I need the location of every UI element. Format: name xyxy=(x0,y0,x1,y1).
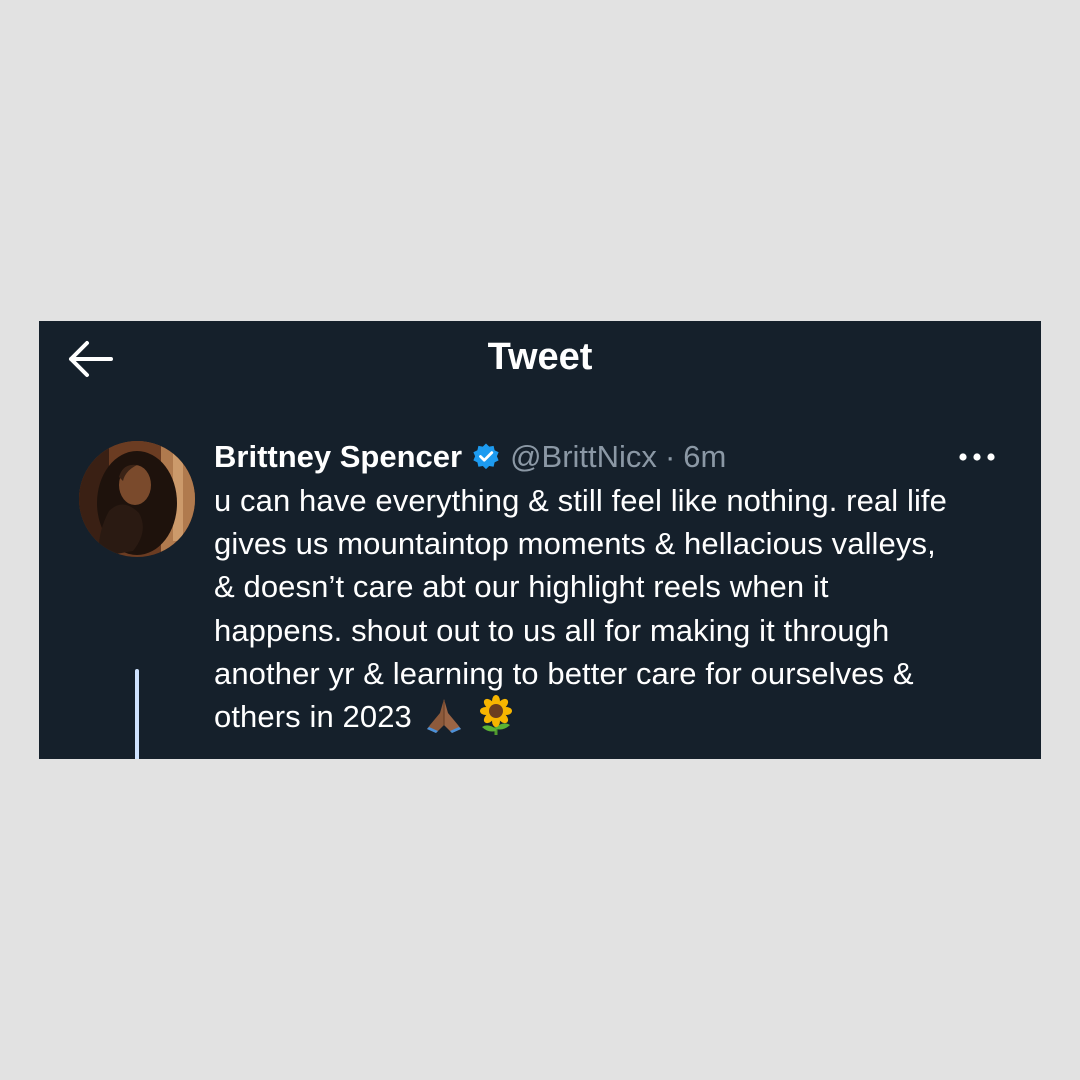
sunflower-icon xyxy=(476,695,516,736)
tweet-text: u can have everything & still feel like … xyxy=(214,479,1014,738)
tweet[interactable]: Brittney Spencer @BrittNicx · 6m u can h… xyxy=(39,421,1041,759)
author-display-name[interactable]: Brittney Spencer xyxy=(214,435,462,479)
avatar-photo xyxy=(79,441,195,557)
more-horizontal-icon xyxy=(959,453,995,461)
avatar[interactable] xyxy=(79,441,195,557)
author-handle[interactable]: @BrittNicx xyxy=(510,435,657,479)
page-background: Tweet Brittney Spencer @BrittNicx · 6m u… xyxy=(0,0,1080,1080)
header-separator: · xyxy=(664,439,676,474)
verified-badge-icon xyxy=(471,442,501,472)
tweet-header: Brittney Spencer @BrittNicx · 6m xyxy=(214,435,726,479)
more-options-button[interactable] xyxy=(955,443,999,471)
top-bar: Tweet xyxy=(39,321,1041,403)
praying-hands-icon xyxy=(424,695,464,735)
tweet-timestamp[interactable]: 6m xyxy=(683,435,726,479)
page-title: Tweet xyxy=(487,336,593,378)
tweet-body: u can have everything & still feel like … xyxy=(214,483,947,735)
tweet-screenshot-card: Tweet Brittney Spencer @BrittNicx · 6m u… xyxy=(39,321,1041,759)
thread-line xyxy=(135,669,139,759)
